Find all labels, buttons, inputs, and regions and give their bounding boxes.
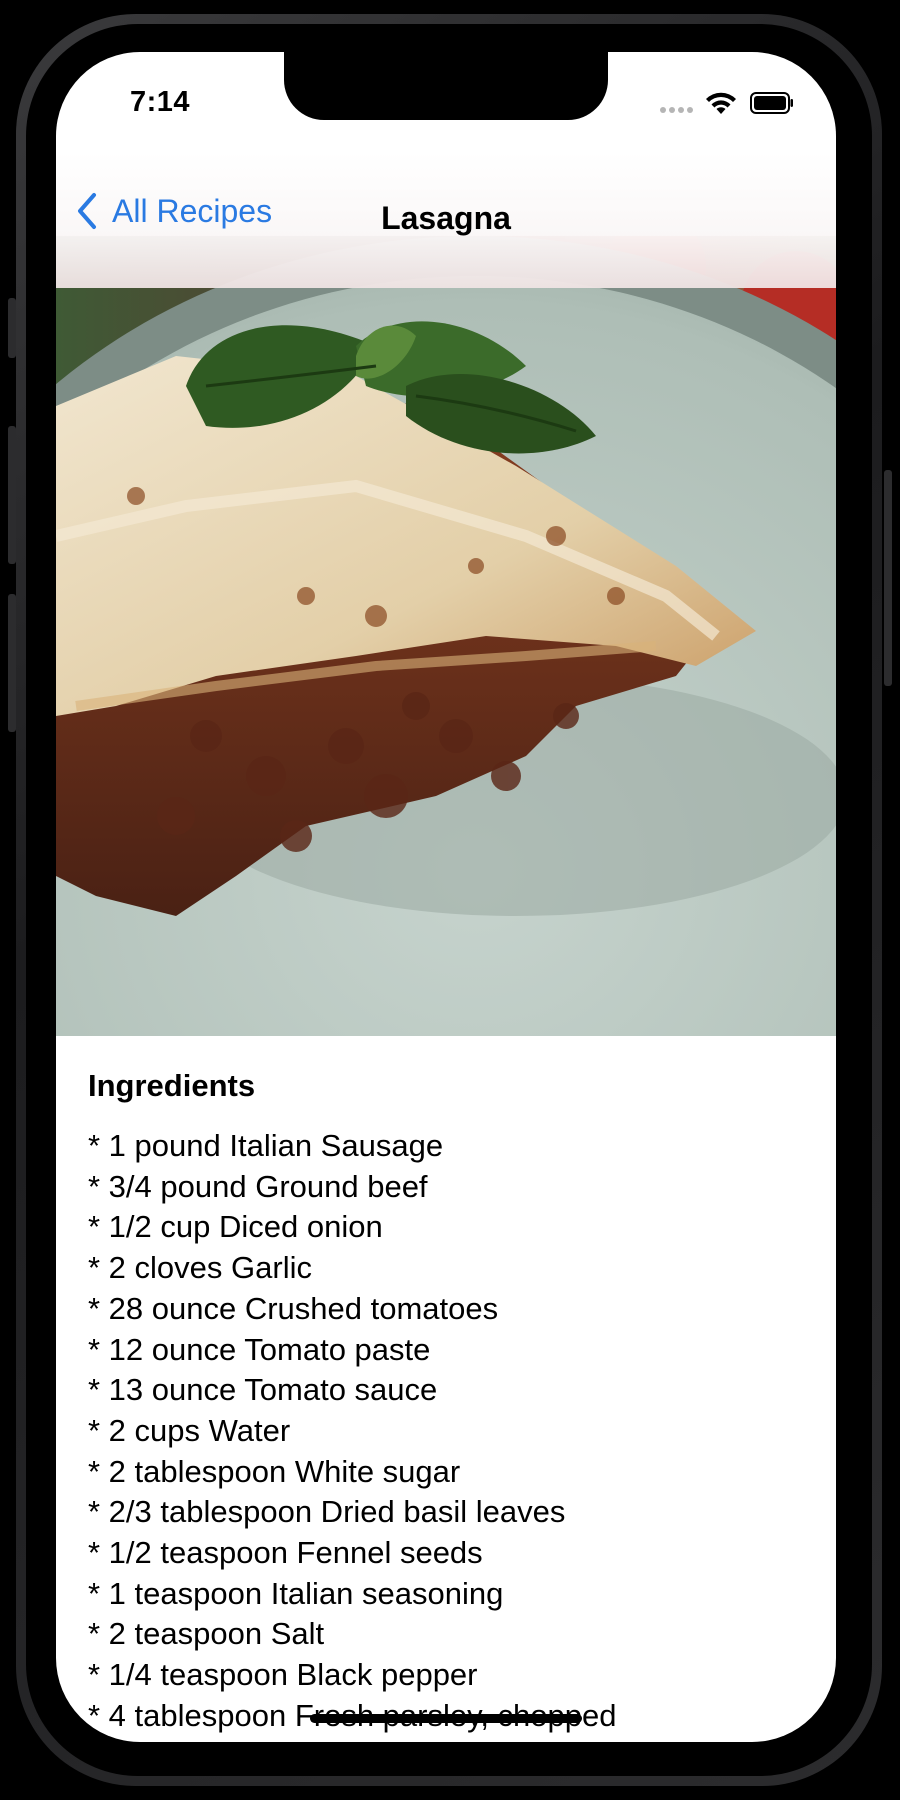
hero-image <box>56 236 836 1036</box>
wifi-icon <box>706 92 736 114</box>
ingredient-item: * 1/4 teaspoon Black pepper <box>88 1657 478 1693</box>
ingredient-item: * 2 cloves Garlic <box>88 1250 312 1286</box>
battery-icon <box>750 92 793 114</box>
ingredients-list: * 1 pound Italian Sausage * 3/4 pound Gr… <box>88 1126 804 1737</box>
volume-down-button <box>8 594 16 732</box>
page-title: Lasagna <box>381 200 511 236</box>
ingredients-heading: Ingredients <box>88 1068 256 1103</box>
ingredient-item: * 28 ounce Crushed tomatoes <box>88 1290 499 1326</box>
ingredient-item: * 2 teaspoon Salt <box>88 1616 325 1652</box>
silent-switch <box>8 298 16 358</box>
power-button <box>884 470 892 686</box>
ingredient-item: * 13 ounce Tomato sauce <box>88 1372 438 1408</box>
ingredient-item: * 1 teaspoon Italian seasoning <box>88 1575 504 1611</box>
ingredient-item: * 1/2 cup Diced onion <box>88 1209 383 1245</box>
navigation-bar: All Recipes Lasagna <box>56 152 836 288</box>
ingredient-item: * 12 ounce Tomato paste <box>88 1331 431 1367</box>
ingredient-item: * 1/2 teaspoon Fennel seeds <box>88 1535 483 1571</box>
ingredient-item: * 3/4 pound Ground beef <box>88 1168 428 1204</box>
ingredient-item: * 2 tablespoon White sugar <box>88 1453 461 1489</box>
status-time: 7:14 <box>130 86 191 118</box>
notch <box>284 52 608 120</box>
home-indicator[interactable] <box>310 1714 582 1723</box>
ingredient-item: * 1 pound Italian Sausage <box>88 1128 444 1163</box>
recipe-content: Ingredients * 1 pound Italian Sausage * … <box>56 1036 836 1742</box>
ingredient-item: * 2/3 tablespoon Dried basil leaves <box>88 1494 566 1530</box>
cellular-signal-icon <box>660 107 693 113</box>
app-screen: 7:14 All Recipes Lasagna Ingredients * 1… <box>56 52 836 1742</box>
lasagna-photo <box>56 236 836 1036</box>
volume-up-button <box>8 426 16 564</box>
ingredient-item: * 2 cups Water <box>88 1412 291 1448</box>
